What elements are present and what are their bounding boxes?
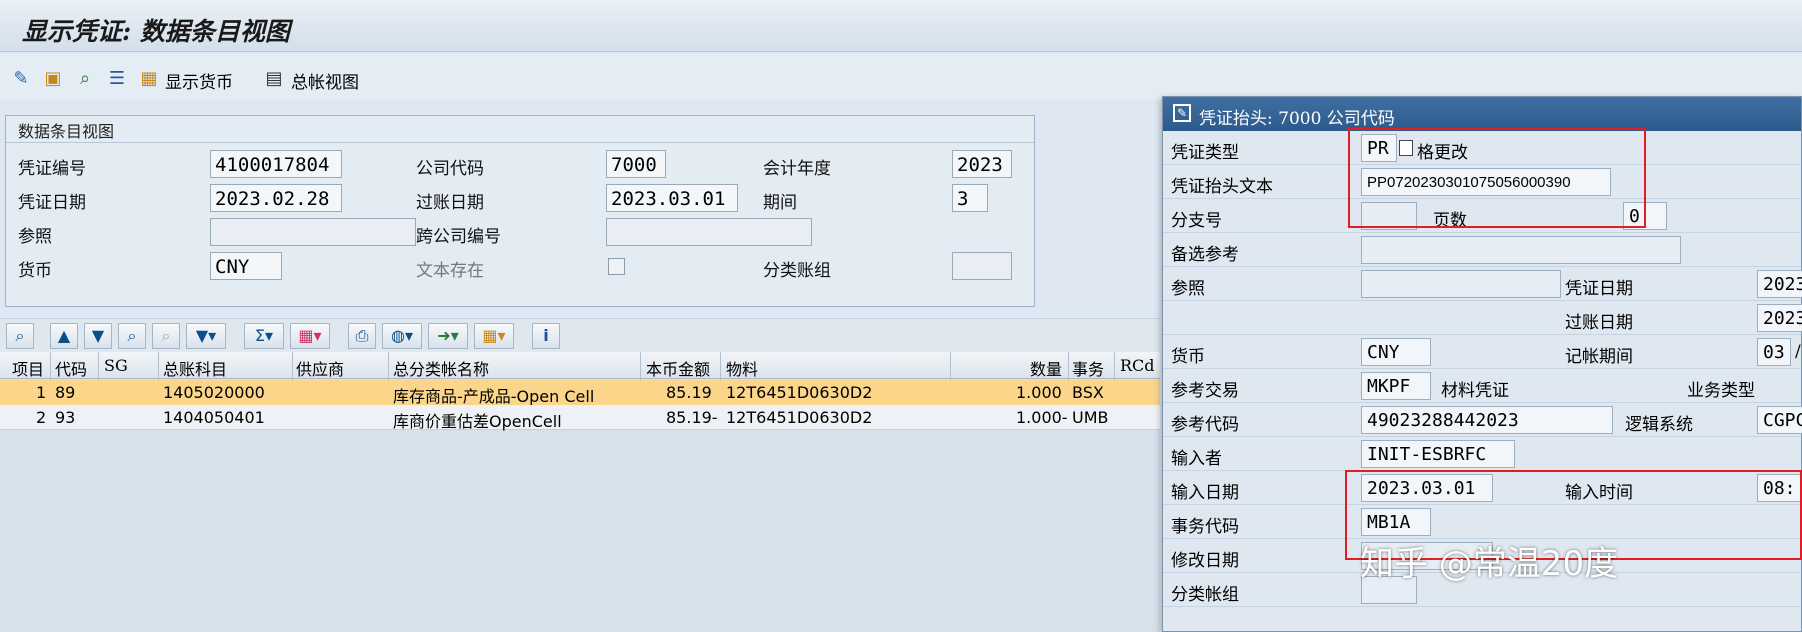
reference-field[interactable]: [210, 218, 416, 246]
posting-date-field[interactable]: 2023: [1757, 304, 1802, 332]
company-code-field[interactable]: 7000: [606, 150, 666, 178]
edit-icon: ✎: [1173, 104, 1191, 122]
posting-date-label: 过账日期: [416, 193, 484, 213]
currency-field[interactable]: CNY: [210, 252, 282, 280]
find-icon[interactable]: ⌕: [118, 323, 146, 349]
line-items-grid: 项目 代码 SG 总账科目 供应商 总分类帐名称 本币金额 物料 数量 事务 R…: [0, 352, 1160, 632]
currency-label: 货币: [18, 261, 52, 281]
find-next-icon[interactable]: ⌕: [152, 323, 180, 349]
ledger-group-label: 分类账组: [763, 261, 831, 281]
col-gl-name[interactable]: 总分类帐名称: [393, 356, 489, 380]
layout-icon[interactable]: ▦▾: [474, 323, 514, 349]
annotation-box-header: [1348, 128, 1646, 228]
doc-date-label: 凭证日期: [18, 193, 86, 213]
period-field[interactable]: 3: [952, 184, 988, 212]
dialog-title: 凭证抬头: 7000 公司代码: [1199, 109, 1395, 129]
doc-number-label: 凭证编号: [18, 159, 86, 179]
row-currency: 货币 CNY 记帐期间 03 /: [1163, 335, 1801, 369]
cross-company-label: 跨公司编号: [416, 227, 501, 247]
grid-header: 项目 代码 SG 总账科目 供应商 总分类帐名称 本币金额 物料 数量 事务 R…: [0, 352, 1160, 379]
ledger-group-field[interactable]: [952, 252, 1012, 280]
row-posting-date: 过账日期 2023: [1163, 301, 1802, 335]
table-row[interactable]: 2 93 1404050401 库商价重估差OpenCell 85.19- 12…: [0, 405, 1160, 431]
row-ref-transaction: 参考交易 MKPF 材料凭证 业务类型: [1163, 369, 1801, 403]
watermark-overlay: 知乎 @常温20度: [1360, 544, 1619, 584]
posting-date-field[interactable]: 2023.03.01: [606, 184, 738, 212]
info-icon[interactable]: i: [532, 323, 560, 349]
doc-number-field[interactable]: 4100017804: [210, 150, 342, 178]
row-ref-key: 参考代码 49023288442023 逻辑系统 CGPC: [1163, 403, 1802, 437]
application-toolbar: ✎ ▣ ⌕ ☰ ▦ 显示货币 ▤ 总帐视图: [0, 53, 1802, 100]
show-currency-button[interactable]: 显示货币: [165, 68, 233, 93]
col-item[interactable]: 项目: [12, 356, 44, 380]
subtotal-icon[interactable]: ▦▾: [290, 323, 330, 349]
table-row[interactable]: 1 89 1405020000 库存商品-产成品-Open Cell 85.19…: [0, 380, 1160, 406]
fiscal-year-field[interactable]: 2023: [952, 150, 1012, 178]
period-field[interactable]: 03: [1757, 338, 1791, 366]
title-bar: 显示凭证: 数据条目视图: [0, 0, 1802, 52]
period-label: 期间: [763, 193, 797, 213]
data-entry-view-group: 数据条目视图 凭证编号 4100017804 公司代码 7000 会计年度 20…: [5, 115, 1035, 307]
doc-date-field[interactable]: 2023.02.28: [210, 184, 342, 212]
ledger-view-icon[interactable]: ▤: [262, 67, 286, 91]
alt-ref-field[interactable]: [1361, 236, 1681, 264]
col-rcd[interactable]: RCd: [1120, 356, 1155, 375]
text-exists-checkbox[interactable]: [608, 258, 625, 275]
ref-transaction-field[interactable]: MKPF: [1361, 372, 1431, 400]
row-alt-ref: 备选参考: [1163, 233, 1801, 267]
col-gl-account[interactable]: 总账科目: [163, 356, 227, 380]
sum-icon[interactable]: Σ▾: [244, 323, 284, 349]
grid-toolbar: ⌕ ▲ ▼ ⌕ ⌕ ▼▾ Σ▾ ▦▾ ⎙ ◍▾ ➜▾ ▦▾ i: [0, 318, 1160, 352]
display-icon[interactable]: ☰: [105, 67, 129, 91]
logical-system-field[interactable]: CGPC: [1757, 406, 1802, 434]
details-icon[interactable]: ⌕: [6, 323, 34, 349]
col-quantity[interactable]: 数量: [1030, 356, 1062, 380]
glasses-icon[interactable]: ✎: [9, 67, 33, 91]
col-amount[interactable]: 本币金额: [646, 356, 710, 380]
views-icon[interactable]: ◍▾: [382, 323, 422, 349]
page-title: 显示凭证: 数据条目视图: [22, 17, 290, 46]
row-reference: 参照 凭证日期 2023: [1163, 267, 1802, 301]
find-icon[interactable]: ⌕: [73, 67, 97, 91]
cross-company-field[interactable]: [606, 218, 812, 246]
dialog-title-bar[interactable]: ✎ 凭证抬头: 7000 公司代码: [1163, 97, 1801, 131]
currency-icon[interactable]: ▦: [137, 67, 161, 91]
col-code[interactable]: 代码: [55, 356, 87, 380]
folder-icon[interactable]: ▣: [41, 67, 65, 91]
currency-field[interactable]: CNY: [1361, 338, 1431, 366]
ledger-view-button[interactable]: 总帐视图: [291, 68, 359, 93]
text-exists-label: 文本存在: [416, 261, 484, 281]
print-icon[interactable]: ⎙: [348, 323, 376, 349]
export-icon[interactable]: ➜▾: [428, 323, 468, 349]
reference-field[interactable]: [1361, 270, 1561, 298]
doc-date-field[interactable]: 2023: [1757, 270, 1802, 298]
sort-descending-icon[interactable]: ▼: [84, 323, 112, 349]
col-sg[interactable]: SG: [104, 356, 128, 375]
reference-label: 参照: [18, 227, 52, 247]
entered-by-field[interactable]: INIT-ESBRFC: [1361, 440, 1515, 468]
sort-ascending-icon[interactable]: ▲: [50, 323, 78, 349]
filter-icon[interactable]: ▼▾: [186, 323, 226, 349]
company-code-label: 公司代码: [416, 159, 484, 179]
row-entered-by: 输入者 INIT-ESBRFC: [1163, 437, 1801, 471]
fiscal-year-label: 会计年度: [763, 159, 831, 179]
group-caption: 数据条目视图: [18, 122, 115, 141]
col-material[interactable]: 物料: [726, 356, 758, 380]
ref-key-field[interactable]: 49023288442023: [1361, 406, 1613, 434]
col-vendor[interactable]: 供应商: [296, 356, 344, 380]
col-transaction[interactable]: 事务: [1072, 356, 1104, 380]
